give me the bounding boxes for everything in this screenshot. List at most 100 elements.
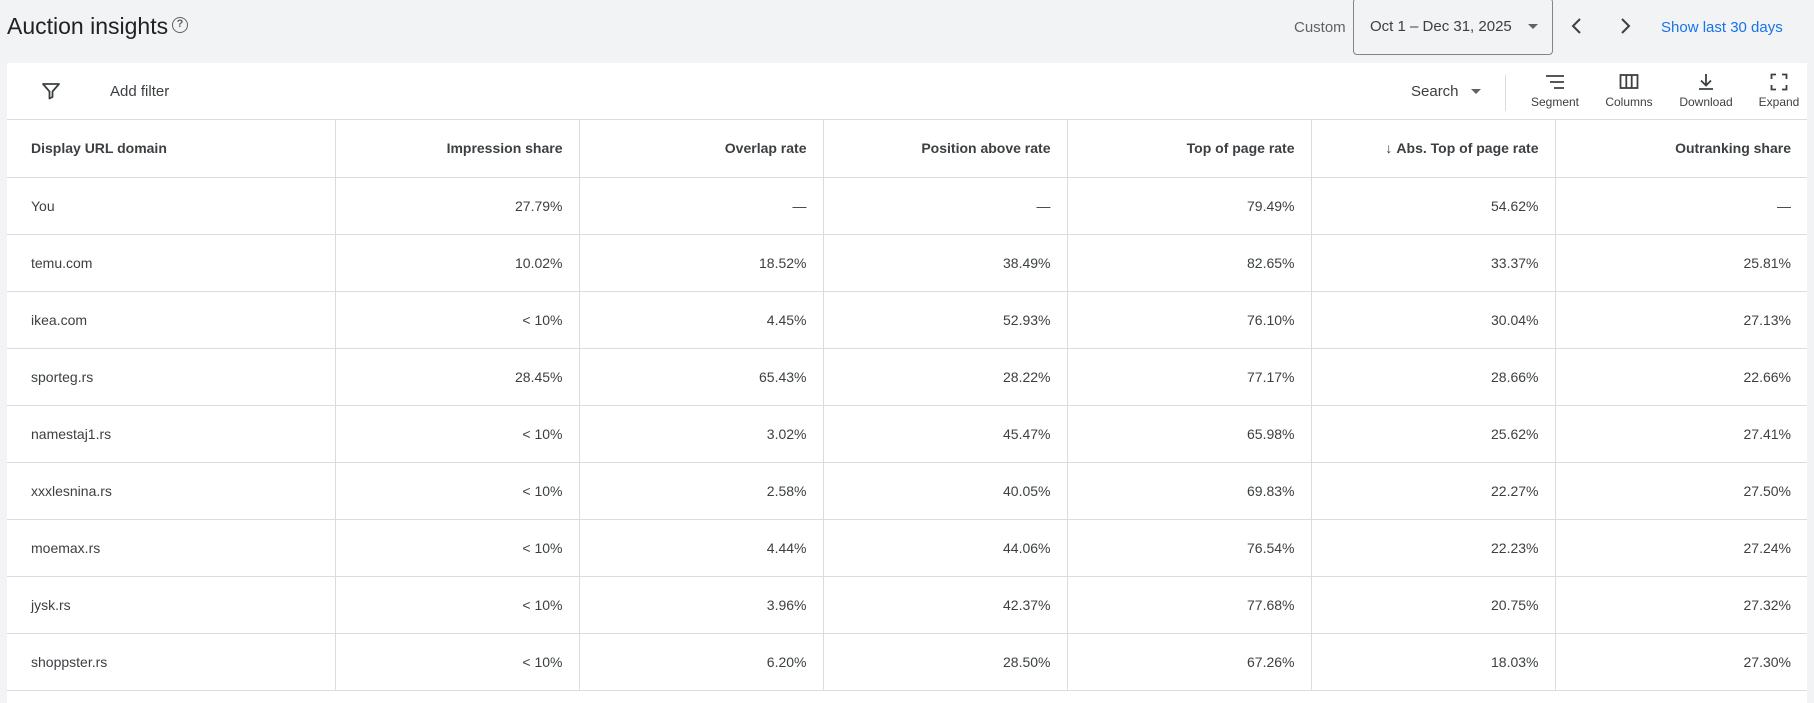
previous-period-button[interactable] xyxy=(1565,14,1589,38)
date-range-picker[interactable]: Oct 1 – Dec 31, 2025 xyxy=(1353,0,1553,55)
cell-top-of-page-rate: 65.98% xyxy=(1067,405,1312,463)
cell-position-above-rate: 38.49% xyxy=(823,234,1068,292)
cell-impression-share: 27.79% xyxy=(335,177,580,235)
date-range-type: Custom xyxy=(1294,19,1346,36)
cell-domain: You xyxy=(7,177,336,235)
cell-position-above-rate: 42.37% xyxy=(823,576,1068,634)
chevron-left-icon xyxy=(1571,18,1581,34)
cell-position-above-rate: 52.93% xyxy=(823,291,1068,349)
table-row: temu.com 10.02% 18.52% 38.49% 82.65% 33.37% 25… xyxy=(7,234,1807,292)
table-body: You 27.79% — —79.49% 54.62% — temu.com 10.02% 18… xyxy=(7,177,1807,691)
page-header: Auction insights ? Custom Oct 1 – Dec 31… xyxy=(0,0,1814,63)
expand-icon xyxy=(1770,73,1788,91)
cell-top-of-page-rate: 77.17% xyxy=(1067,348,1312,406)
cell-overlap-rate: 2.58% xyxy=(579,462,824,520)
columns-button[interactable]: Columns xyxy=(1597,69,1661,109)
next-period-button[interactable] xyxy=(1613,14,1637,38)
add-filter-button[interactable]: Add filter xyxy=(110,83,169,100)
arrow-down-icon: ↓ xyxy=(1385,140,1393,157)
download-icon xyxy=(1699,74,1713,90)
auction-insights-card: Add filter Search Segment Columns Downlo… xyxy=(7,63,1807,703)
cell-outranking-share: 27.30% xyxy=(1555,633,1807,691)
table-row: jysk.rs < 10% 3.96% 42.37% 77.68% 20.75% 27.32… xyxy=(7,576,1807,634)
cell-outranking-share: 27.32% xyxy=(1555,576,1807,634)
cell-position-above-rate: 44.06% xyxy=(823,519,1068,577)
column-header-impression-share[interactable]: Impression share xyxy=(335,120,580,178)
cell-abs-top-of-page-rate: 28.66% xyxy=(1311,348,1556,406)
cell-position-above-rate: 28.22% xyxy=(823,348,1068,406)
column-header-outranking-share[interactable]: Outranking share xyxy=(1555,120,1807,178)
cell-position-above-rate: 28.50% xyxy=(823,633,1068,691)
cell-top-of-page-rate: 82.65% xyxy=(1067,234,1312,292)
show-last-30-days-link[interactable]: Show last 30 days xyxy=(1661,19,1783,36)
filter-icon[interactable] xyxy=(41,81,61,101)
toolbar-divider xyxy=(1505,75,1506,111)
cell-domain: temu.com xyxy=(7,234,336,292)
chevron-right-icon xyxy=(1621,18,1631,34)
column-header-abs-top-of-page-rate[interactable]: ↓ Abs. Top of page rate xyxy=(1311,120,1556,178)
cell-overlap-rate: 3.02% xyxy=(579,405,824,463)
cell-domain: xxxlesnina.rs xyxy=(7,462,336,520)
columns-icon xyxy=(1619,74,1639,89)
cell-overlap-rate: 6.20% xyxy=(579,633,824,691)
campaign-type-dropdown[interactable]: Search xyxy=(1411,83,1459,100)
cell-overlap-rate: 4.45% xyxy=(579,291,824,349)
column-header-domain[interactable]: Display URL domain xyxy=(7,120,336,178)
column-header-top-of-page-rate[interactable]: Top of page rate xyxy=(1067,120,1312,178)
cell-domain: ikea.com xyxy=(7,291,336,349)
column-header-label: Abs. Top of page rate xyxy=(1396,140,1539,157)
table-row: namestaj1.rs < 10% 3.02% 45.47% 65.98% 25.62%… xyxy=(7,405,1807,463)
cell-abs-top-of-page-rate: 54.62% xyxy=(1311,177,1556,235)
cell-overlap-rate: 18.52% xyxy=(579,234,824,292)
cell-top-of-page-rate: 67.26% xyxy=(1067,633,1312,691)
auction-insights-table: Display URL domain Impression share Over… xyxy=(7,120,1807,691)
table-row: ikea.com < 10% 4.45% 52.93% 76.10% 30.04% 27.1… xyxy=(7,291,1807,349)
column-header-position-above-rate[interactable]: Position above rate xyxy=(823,120,1068,178)
help-icon[interactable]: ? xyxy=(172,17,188,33)
cell-domain: shoppster.rs xyxy=(7,633,336,691)
table-row: xxxlesnina.rs < 10% 2.58% 40.05% 69.83% 22.27… xyxy=(7,462,1807,520)
cell-impression-share: 10.02% xyxy=(335,234,580,292)
cell-abs-top-of-page-rate: 22.23% xyxy=(1311,519,1556,577)
segment-icon xyxy=(1546,75,1564,89)
chevron-down-icon xyxy=(1471,89,1481,94)
cell-overlap-rate: 3.96% xyxy=(579,576,824,634)
table-row: sporteg.rs 28.45% 65.43% 28.22% 77.17% 28.66%… xyxy=(7,348,1807,406)
table-toolbar: Add filter Search Segment Columns Downlo… xyxy=(7,63,1807,120)
cell-impression-share: < 10% xyxy=(335,405,580,463)
cell-top-of-page-rate: 79.49% xyxy=(1067,177,1312,235)
cell-overlap-rate: 65.43% xyxy=(579,348,824,406)
cell-abs-top-of-page-rate: 22.27% xyxy=(1311,462,1556,520)
columns-label: Columns xyxy=(1605,95,1653,109)
expand-button[interactable]: Expand xyxy=(1751,69,1807,109)
cell-abs-top-of-page-rate: 33.37% xyxy=(1311,234,1556,292)
segment-label: Segment xyxy=(1530,95,1580,109)
cell-position-above-rate: 45.47% xyxy=(823,405,1068,463)
cell-top-of-page-rate: 69.83% xyxy=(1067,462,1312,520)
segment-button[interactable]: Segment xyxy=(1523,69,1587,109)
cell-position-above-rate: 40.05% xyxy=(823,462,1068,520)
cell-outranking-share: 27.13% xyxy=(1555,291,1807,349)
cell-domain: moemax.rs xyxy=(7,519,336,577)
cell-top-of-page-rate: 76.54% xyxy=(1067,519,1312,577)
cell-impression-share: < 10% xyxy=(335,576,580,634)
table-row: shoppster.rs < 10% 6.20% 28.50% 67.26% 18.03%… xyxy=(7,633,1807,691)
download-label: Download xyxy=(1679,95,1733,109)
table-header-row: Display URL domain Impression share Over… xyxy=(7,120,1807,178)
cell-position-above-rate: — xyxy=(823,177,1068,235)
cell-top-of-page-rate: 76.10% xyxy=(1067,291,1312,349)
cell-impression-share: < 10% xyxy=(335,519,580,577)
column-header-overlap-rate[interactable]: Overlap rate xyxy=(579,120,824,178)
table-row: moemax.rs < 10% 4.44% 44.06% 76.54% 22.23% 27.… xyxy=(7,519,1807,577)
cell-outranking-share: 27.24% xyxy=(1555,519,1807,577)
cell-impression-share: 28.45% xyxy=(335,348,580,406)
cell-abs-top-of-page-rate: 30.04% xyxy=(1311,291,1556,349)
cell-overlap-rate: 4.44% xyxy=(579,519,824,577)
cell-domain: jysk.rs xyxy=(7,576,336,634)
cell-abs-top-of-page-rate: 18.03% xyxy=(1311,633,1556,691)
cell-abs-top-of-page-rate: 20.75% xyxy=(1311,576,1556,634)
cell-impression-share: < 10% xyxy=(335,291,580,349)
cell-outranking-share: 25.81% xyxy=(1555,234,1807,292)
download-button[interactable]: Download xyxy=(1671,69,1741,109)
cell-abs-top-of-page-rate: 25.62% xyxy=(1311,405,1556,463)
